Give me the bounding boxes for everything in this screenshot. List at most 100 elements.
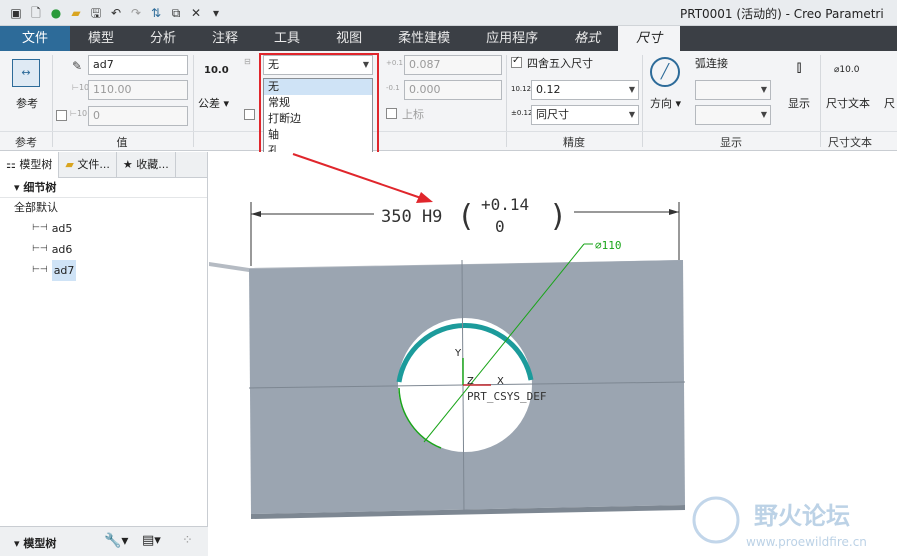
dim-name-field[interactable]: ad7 [88,55,188,75]
tree-filter-icon[interactable]: ⁘ [182,533,193,548]
ribbon-tabs: 文件 模型 分析 注释 工具 视图 柔性建模 应用程序 格式 尺寸 [0,26,897,51]
tree-header[interactable]: ▾ 细节树 [0,178,207,198]
tolerance-upper: +0.14 [481,195,529,214]
tol-decimal-dropdown[interactable]: 同尺寸 ▼ [531,105,639,125]
tree-item-label: ad7 [51,260,77,281]
override-field[interactable]: 0 [88,106,188,126]
windows-icon[interactable]: ⧉ [168,5,184,21]
fit-icon: ⊟ [244,57,251,66]
upper-label: 上标 [402,108,424,121]
panel-tabs: ⚏ 模型树 ▰ 文件... ★ 收藏... [0,152,207,178]
dim-arrow-right [669,209,679,215]
tolerance-preview: 10.0 [204,65,229,76]
tab-format[interactable]: 格式 [556,26,618,51]
round-label: 四舍五入尺寸 [527,57,593,70]
regenerate-icon[interactable]: ⇅ [148,5,164,21]
tab-favorites[interactable]: ★ 收藏... [117,152,176,178]
star-icon: ★ [122,158,133,171]
watermark: 野火论坛 www.proewildfire.cn [692,496,867,549]
upper-label-checkbox[interactable] [386,108,397,119]
override-checkbox[interactable] [56,110,67,121]
bottom-tree-text: 模型树 [23,537,57,550]
dimtext-preview: ⌀10.0 [834,65,860,75]
title-bar: ▣ 🗋 ● ▰ 🖫 ↶ ↷ ⇅ ⧉ ✕ ▾ PRT0001 (活动的) - Cr… [0,0,897,26]
folder-icon[interactable]: ▰ [68,5,84,21]
direction-label: 方向 [650,97,672,110]
ribbon: ↔ 参考 ✎ ad7 ⊢10⊣ 110.00 ⊢10⊣ 0 10.0 公差 ▾ … [0,51,897,151]
tree-item[interactable]: ⊢⊣ ad5 [0,218,207,239]
arc-dropdown-1[interactable]: ▼ [695,80,771,100]
round-checkbox[interactable] [511,55,522,68]
tab-files[interactable]: ▰ 文件... [59,152,117,178]
tree-settings-icon[interactable]: 🔧▾ [104,533,128,549]
tab-model-tree[interactable]: ⚏ 模型树 [0,152,60,178]
diameter-label[interactable]: ⌀110 [595,239,622,252]
tab-files-label: 文件... [77,158,110,171]
arc-dropdown-2[interactable]: ▼ [695,105,771,125]
tree-show-icon[interactable]: ▤▾ [142,533,161,548]
dimension-icon: ⊢⊣ [32,265,48,275]
lower-tol-field[interactable]: 0.000 [404,80,502,100]
tree-item[interactable]: ⊢⊣ ad7 [0,260,207,281]
model-tree-icon: ⚏ [6,158,16,171]
tab-view[interactable]: 视图 [318,26,380,51]
save-icon[interactable]: 🖫 [88,5,104,21]
dim-arrow-left [251,211,261,217]
tab-annotate[interactable]: 注释 [194,26,256,51]
chevron-down-icon: ▼ [760,85,767,94]
tree-default[interactable]: 全部默认 [0,198,207,218]
chevron-down-icon: ▼ [760,110,767,119]
callout-arrow-head [416,192,433,203]
csys-z: Z [467,376,474,387]
dimension-main[interactable]: 350 H9 [381,207,442,227]
dimension-icon: ⊢⊣ [32,244,48,254]
ribbon-group-labels: 参考 值 精度 显示 尺寸文本 [0,131,897,151]
tolerance-button[interactable]: 公差 ▾ [198,95,229,111]
left-panel: ⚏ 模型树 ▰ 文件... ★ 收藏... ▾ 细节树 全部默认 ⊢⊣ ad5 ⊢… [0,152,208,556]
group-dimtext: 尺寸文本 [828,136,872,149]
tree-item-label: ad6 [51,243,73,256]
tab-flexible-modeling[interactable]: 柔性建模 [380,26,468,51]
paren-right: ) [549,199,567,234]
dimtext-button-2[interactable]: 尺 [884,95,895,111]
open-icon[interactable]: ● [48,5,64,21]
dimension-icon: ⊢⊣ [32,223,48,233]
undo-icon[interactable]: ↶ [108,5,124,21]
tab-model-tree-label: 模型树 [19,158,53,171]
bottom-tree-label[interactable]: ▾ 模型树 [14,535,56,551]
new-icon[interactable]: 🗋 [28,5,44,21]
customize-icon[interactable]: ▾ [208,5,224,21]
watermark-url: www.proewildfire.cn [746,535,867,549]
value-field[interactable]: 110.00 [88,80,188,100]
tree-item-label: ad5 [51,222,73,235]
tab-dimension[interactable]: 尺寸 [618,26,681,51]
display-icon[interactable]: ⫾ [786,57,812,87]
tree-item[interactable]: ⊢⊣ ad6 [0,239,207,260]
decimal-value: 0.12 [536,83,561,96]
display-button[interactable]: 显示 [788,95,810,111]
window-title: PRT0001 (活动的) - Creo Parametri [680,7,884,21]
csys-y: Y [454,348,462,359]
reference-icon[interactable]: ↔ [12,59,40,87]
decimal-dropdown[interactable]: 0.12 ▼ [531,80,639,100]
tab-analysis[interactable]: 分析 [132,26,194,51]
upper-tol-field[interactable]: 0.087 [404,55,502,75]
reference-button[interactable]: 参考 [16,95,38,111]
tab-applications[interactable]: 应用程序 [468,26,556,51]
tol-decimal-value: 同尺寸 [536,108,569,121]
direction-icon[interactable]: ╱ [650,57,680,87]
group-precision: 精度 [563,136,585,149]
dimtext-button[interactable]: 尺寸文本 [826,95,870,111]
paren-left: ( [457,199,475,234]
direction-button[interactable]: 方向 ▾ [650,95,681,111]
tab-tools[interactable]: 工具 [256,26,318,51]
app-icon[interactable]: ▣ [8,5,24,21]
watermark-title: 野火论坛 [754,502,850,530]
chevron-down-icon: ▼ [628,85,635,94]
fit-checkbox[interactable] [244,109,255,120]
close-window-icon[interactable]: ✕ [188,5,204,21]
csys-label[interactable]: PRT_CSYS_DEF [467,390,546,403]
tab-model[interactable]: 模型 [70,26,132,51]
tab-file[interactable]: 文件 [0,26,70,51]
redo-icon[interactable]: ↷ [128,5,144,21]
